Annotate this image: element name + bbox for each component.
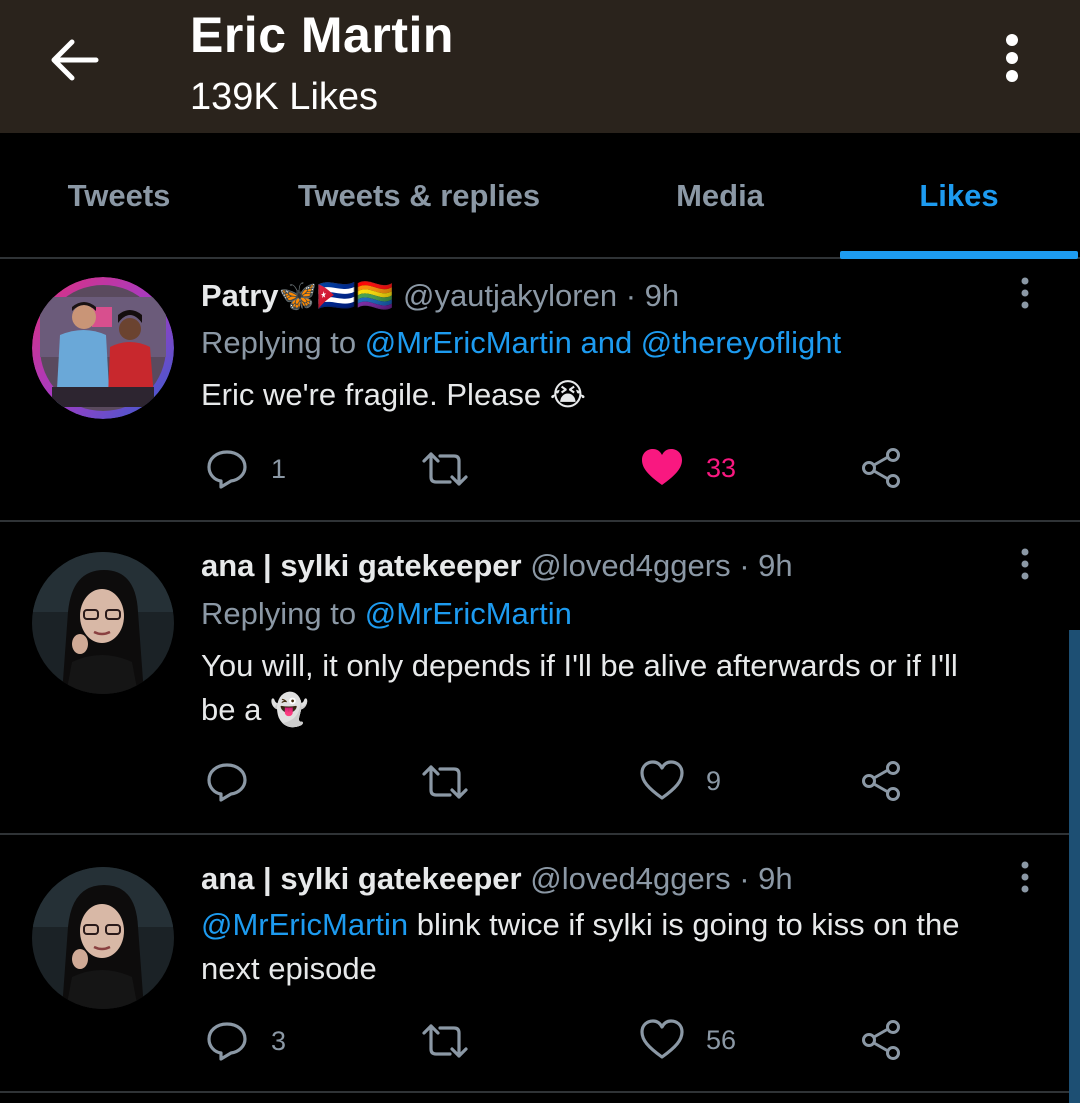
avatar[interactable] xyxy=(32,867,174,1009)
tweet-more-icon[interactable] xyxy=(1010,544,1040,588)
tweet-text: Eric we're fragile. Please 😭 xyxy=(201,373,1041,417)
reply-mentions[interactable]: @MrEricMartin and @thereyoflight xyxy=(365,325,841,360)
reply-prefix: Replying to xyxy=(201,596,365,631)
like-count: 9 xyxy=(706,765,722,796)
tweet-author-handle[interactable]: @loved4ggers xyxy=(530,861,730,896)
tweet-item[interactable]: ana | sylki gatekeeper @loved4ggers · 9h… xyxy=(0,835,1080,1093)
tweet-text-line: You will, it only depends if I'll be ali… xyxy=(201,648,958,683)
tab-tweets-replies[interactable]: Tweets & replies xyxy=(238,133,600,259)
tweet-more-icon[interactable] xyxy=(1010,273,1040,317)
active-tab-indicator xyxy=(840,251,1078,259)
reply-prefix: Replying to xyxy=(201,325,365,360)
share-button[interactable] xyxy=(860,1019,902,1061)
retweet-icon xyxy=(422,765,468,799)
tab-likes[interactable]: Likes xyxy=(840,133,1078,259)
tweet-text-line: be a 👻 xyxy=(201,692,309,727)
heart-outline-icon xyxy=(640,760,684,800)
share-button[interactable] xyxy=(860,760,902,802)
tweet-text-line: blink twice if sylki is going to kiss on… xyxy=(408,907,960,942)
tweet-text-line: Eric we're fragile. Please 😭 xyxy=(201,377,587,412)
tweet-time: · 9h xyxy=(739,861,793,896)
profile-tabs: Tweets Tweets & replies Media Likes xyxy=(0,133,1080,259)
reply-button[interactable]: 1 xyxy=(205,449,286,489)
tweet-text: @MrEricMartin blink twice if sylki is go… xyxy=(201,903,1041,991)
tweet-item[interactable]: ana | sylki gatekeeper @loved4ggers · 9h… xyxy=(0,522,1080,835)
share-icon xyxy=(862,448,900,488)
reply-icon xyxy=(207,763,247,802)
tweet-item[interactable]: Patry🦋🇨🇺🏳️‍🌈 @yautjakyloren · 9h Replyin… xyxy=(0,259,1080,522)
tweet-author-handle[interactable]: @loved4ggers xyxy=(530,548,730,583)
scrollbar-thumb[interactable] xyxy=(1069,630,1080,1103)
more-options-icon[interactable] xyxy=(990,30,1034,90)
reply-button[interactable] xyxy=(205,762,271,802)
likes-count: 139K Likes xyxy=(190,76,379,118)
like-button[interactable]: 56 xyxy=(640,1019,736,1061)
retweet-icon xyxy=(422,452,468,486)
tab-media[interactable]: Media xyxy=(600,133,840,259)
tweet-time: · 9h xyxy=(625,278,680,313)
reply-mentions[interactable]: @MrEricMartin xyxy=(365,596,572,631)
heart-outline-icon xyxy=(640,1019,684,1059)
like-button[interactable]: 9 xyxy=(640,760,721,802)
reply-count: 3 xyxy=(271,1025,287,1056)
tweet-author-name[interactable]: ana | sylki gatekeeper xyxy=(201,548,522,583)
tweet-author-name[interactable]: Patry🦋🇨🇺🏳️‍🌈 xyxy=(201,278,394,313)
reply-context: Replying to @MrEricMartin and @thereyofl… xyxy=(201,325,841,361)
tweet-text-line: next episode xyxy=(201,951,377,986)
tweet-more-icon[interactable] xyxy=(1010,857,1040,901)
avatar[interactable] xyxy=(32,552,174,694)
retweet-button[interactable] xyxy=(420,762,492,802)
tweet-author-name[interactable]: ana | sylki gatekeeper xyxy=(201,861,522,896)
tab-tweets[interactable]: Tweets xyxy=(0,133,238,259)
share-icon xyxy=(862,761,900,801)
reply-icon xyxy=(207,450,247,489)
like-button[interactable]: 33 xyxy=(640,447,736,489)
back-arrow-icon[interactable] xyxy=(44,34,104,86)
reply-count: 1 xyxy=(271,453,287,484)
like-count: 56 xyxy=(706,1024,737,1055)
tweet-author-handle[interactable]: @yautjakyloren xyxy=(403,278,617,313)
reply-button[interactable]: 3 xyxy=(205,1021,286,1061)
share-button[interactable] xyxy=(860,447,902,489)
tweet-text: You will, it only depends if I'll be ali… xyxy=(201,644,1041,732)
reply-icon xyxy=(207,1022,247,1061)
tweet-mention[interactable]: @MrEricMartin xyxy=(201,907,408,942)
share-icon xyxy=(862,1020,900,1060)
reply-context: Replying to @MrEricMartin xyxy=(201,596,572,632)
retweet-button[interactable] xyxy=(420,449,492,489)
profile-name: Eric Martin xyxy=(190,7,454,63)
like-count: 33 xyxy=(706,452,737,483)
retweet-button[interactable] xyxy=(420,1021,492,1061)
tweet-time: · 9h xyxy=(739,548,793,583)
profile-header: Eric Martin 139K Likes xyxy=(0,0,1080,133)
heart-filled-icon xyxy=(642,449,682,485)
avatar[interactable] xyxy=(32,277,174,419)
retweet-icon xyxy=(422,1024,468,1058)
